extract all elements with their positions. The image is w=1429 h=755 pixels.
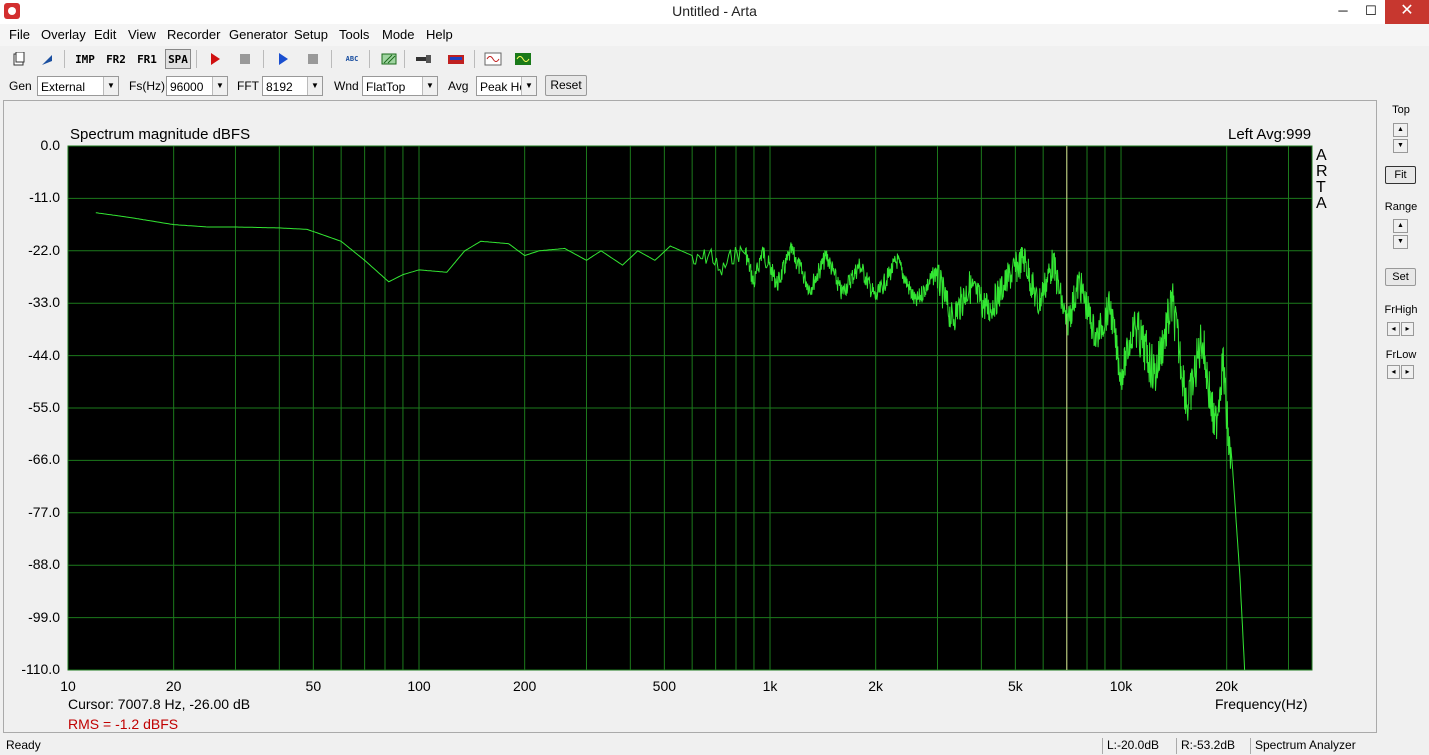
- y-tick-label: -55.0: [28, 399, 60, 415]
- set-button[interactable]: Set: [1385, 268, 1416, 286]
- x-tick-label: 2k: [868, 678, 884, 694]
- y-tick-label: -66.0: [28, 451, 60, 468]
- y-tick-label: -77.0: [28, 503, 60, 520]
- y-tick-label: 0.0: [40, 137, 60, 153]
- frlow-label: FrLow: [1385, 349, 1417, 361]
- top-down-button[interactable]: ▼: [1393, 139, 1408, 153]
- range-down-button[interactable]: ▼: [1393, 235, 1408, 249]
- x-tick-label: 200: [512, 678, 537, 694]
- x-tick-label: 10: [60, 678, 76, 694]
- y-tick-label: -44.0: [28, 346, 60, 363]
- frlow-left-button[interactable]: ◂: [1387, 365, 1400, 379]
- x-tick-label: 50: [305, 678, 322, 694]
- range-label: Range: [1384, 201, 1418, 213]
- plot-title: Spectrum magnitude dBFS: [70, 126, 251, 143]
- status-left-level: L:-20.0dB: [1102, 738, 1174, 754]
- status-right-level: R:-53.2dB: [1176, 738, 1248, 754]
- arta-logo-letter: A: [1316, 195, 1327, 212]
- frhigh-label: FrHigh: [1384, 304, 1418, 316]
- x-axis-title: Frequency(Hz): [1215, 696, 1308, 712]
- x-tick-label: 10k: [1109, 678, 1133, 694]
- x-tick-label: 100: [407, 678, 431, 694]
- y-tick-label: -22.0: [28, 241, 60, 258]
- x-tick-label: 5k: [1007, 678, 1023, 694]
- status-mode: Spectrum Analyzer: [1250, 738, 1410, 754]
- fit-button[interactable]: Fit: [1385, 166, 1416, 184]
- y-tick-label: -88.0: [28, 556, 60, 573]
- rms-readout: RMS = -1.2 dBFS: [68, 716, 179, 732]
- x-tick-label: 500: [652, 678, 677, 694]
- y-tick-label: -33.0: [28, 294, 60, 311]
- frhigh-right-button[interactable]: ▸: [1401, 322, 1414, 336]
- x-tick-label: 20: [165, 678, 182, 694]
- plot-channel-info: Left Avg:999: [1228, 126, 1312, 143]
- y-tick-label: -11.0: [29, 189, 60, 206]
- x-tick-label: 1k: [762, 678, 778, 694]
- status-bar: Ready L:-20.0dB R:-53.2dB Spectrum Analy…: [0, 736, 1429, 755]
- cursor-readout: Cursor: 7007.8 Hz, -26.00 dB: [68, 696, 251, 712]
- side-panel: Top ▲ ▼ Fit Range ▲ ▼ Set FrHigh ◂ ▸ FrL…: [1380, 100, 1426, 733]
- spectrum-chart[interactable]: [0, 0, 1429, 755]
- y-tick-label: -110.0: [21, 661, 60, 677]
- status-ready: Ready: [6, 738, 41, 752]
- frhigh-left-button[interactable]: ◂: [1387, 322, 1400, 336]
- y-tick-label: -99.0: [28, 608, 60, 625]
- top-label: Top: [1392, 104, 1410, 116]
- frlow-right-button[interactable]: ▸: [1401, 365, 1414, 379]
- range-up-button[interactable]: ▲: [1393, 219, 1408, 233]
- x-tick-label: 20k: [1215, 678, 1238, 694]
- top-up-button[interactable]: ▲: [1393, 123, 1408, 137]
